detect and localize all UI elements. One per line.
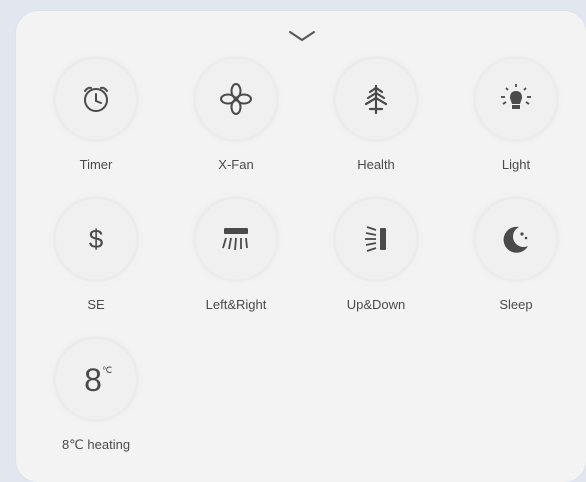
timer-button[interactable]: Timer [44,55,164,181]
left-right-swing-icon [222,228,248,251]
left-right-label: Left&Right [205,297,267,312]
sleep-moon-icon [503,226,528,253]
eight-degree-heating-circle: 8 ℃ [56,339,136,419]
health-circle [336,59,416,139]
health-label: Health [357,157,395,172]
up-down-swing-icon [365,226,386,252]
light-label: Light [501,157,531,172]
left-right-circle [196,199,276,279]
eight-degree-heating-icon: 8 ℃ [84,362,112,398]
health-button[interactable]: Health [324,55,444,181]
se-button[interactable]: $ SE [44,195,164,321]
eight-degree-heating-label: 8℃ heating [61,437,131,452]
fan-icon [220,83,252,115]
se-label: SE [87,297,105,312]
tree-icon [364,84,388,115]
dollar-icon: $ [89,224,104,254]
sleep-label: Sleep [499,297,533,312]
x-fan-label: X-Fan [218,157,254,172]
light-bulb-icon [501,84,531,109]
light-button[interactable]: Light [464,55,584,181]
up-down-button[interactable]: Up&Down [324,195,444,321]
up-down-circle [336,199,416,279]
svg-text:℃: ℃ [102,365,112,375]
x-fan-circle [196,59,276,139]
se-circle: $ [56,199,136,279]
svg-text:8: 8 [84,362,102,398]
svg-text:$: $ [89,224,104,254]
chevron-down-icon[interactable] [286,27,318,45]
timer-label: Timer [79,157,113,172]
functions-panel: Timer X-Fan Health Light $ SE Left&Right… [16,11,586,482]
sleep-button[interactable]: Sleep [464,195,584,321]
x-fan-button[interactable]: X-Fan [184,55,304,181]
sleep-circle [476,199,556,279]
alarm-clock-icon [84,86,108,112]
light-circle [476,59,556,139]
up-down-label: Up&Down [346,297,406,312]
timer-circle [56,59,136,139]
left-right-button[interactable]: Left&Right [184,195,304,321]
eight-degree-heating-button[interactable]: 8 ℃ 8℃ heating [44,335,164,461]
